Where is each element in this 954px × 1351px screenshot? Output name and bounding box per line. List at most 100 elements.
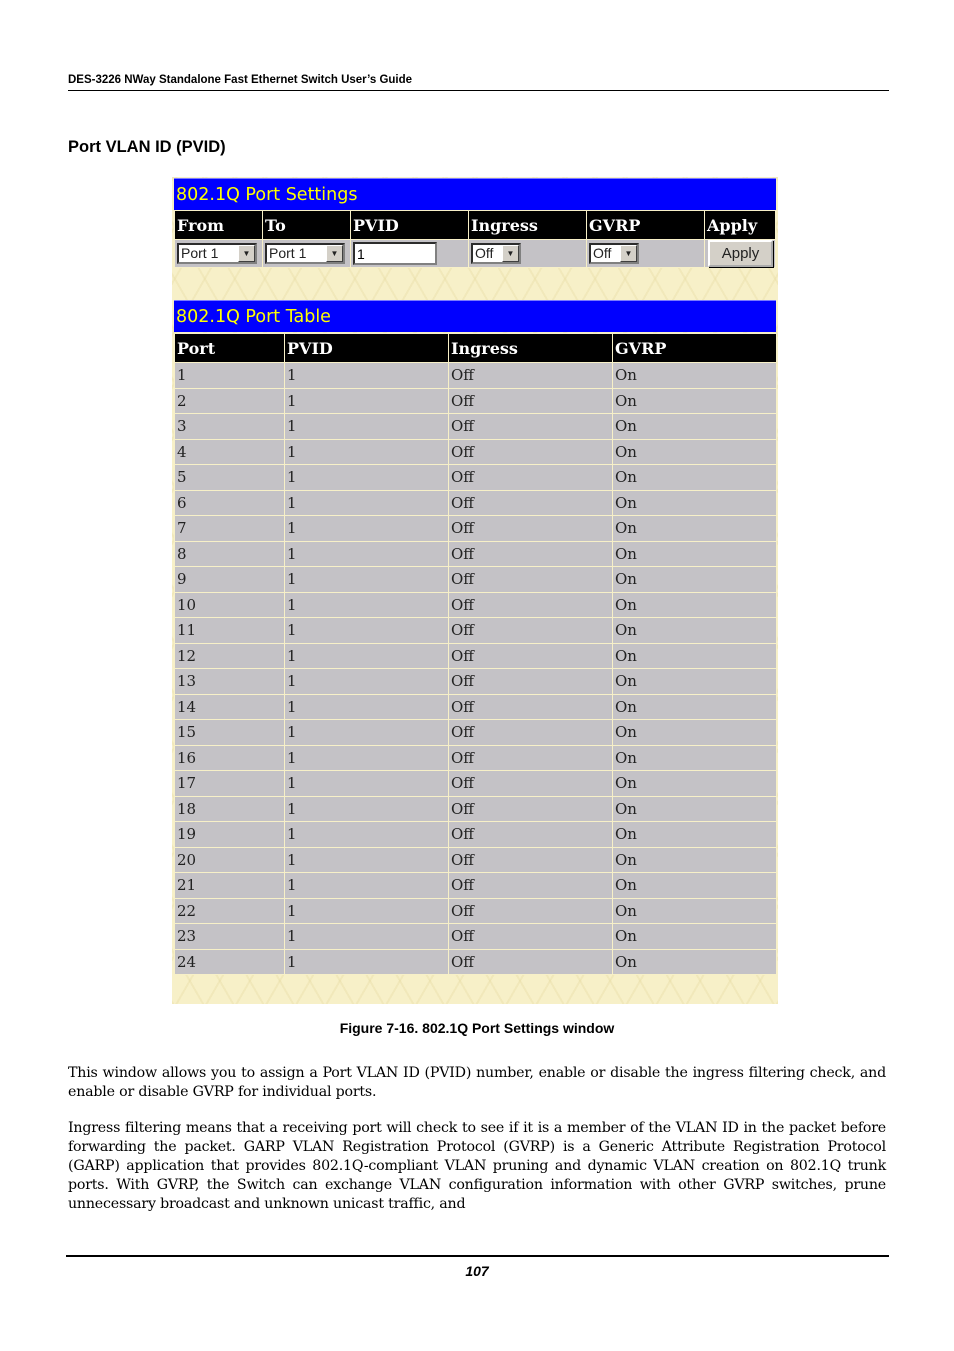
- pvid-input[interactable]: [353, 242, 437, 265]
- ingress-cell: Off: [449, 414, 612, 439]
- ingress-cell: Off: [449, 822, 612, 847]
- col-gvrp: GVRP: [587, 211, 704, 239]
- gvrp-select[interactable]: Off ▼: [589, 243, 639, 264]
- table-row: 23 1 Off On: [175, 924, 776, 949]
- table-row: 4 1 Off On: [175, 439, 776, 464]
- settings-input-row: Port 1 ▼ Port 1 ▼ Off ▼: [175, 240, 775, 267]
- pvid-cell: 1: [285, 618, 448, 643]
- table-row: 13 1 Off On: [175, 669, 776, 694]
- pvid-cell: 1: [285, 924, 448, 949]
- ingress-cell: Off: [449, 771, 612, 796]
- gvrp-cell: On: [613, 567, 776, 592]
- ingress-cell: Off: [449, 873, 612, 898]
- to-port-value: Port 1: [269, 245, 307, 261]
- settings-header-row: From To PVID Ingress GVRP Apply: [175, 211, 775, 239]
- ingress-cell: Off: [449, 490, 612, 515]
- table-row: 17 1 Off On: [175, 771, 776, 796]
- pvid-cell: 1: [285, 516, 448, 541]
- port-table-header: Port PVID Ingress GVRP: [175, 334, 776, 362]
- table-row: 2 1 Off On: [175, 388, 776, 413]
- gvrp-cell: On: [613, 465, 776, 490]
- col-apply: Apply: [705, 211, 775, 239]
- table-row: 9 1 Off On: [175, 567, 776, 592]
- ingress-cell: Off: [449, 618, 612, 643]
- port-cell: 12: [175, 643, 284, 668]
- port-cell: 2: [175, 388, 284, 413]
- gvrp-cell: On: [613, 694, 776, 719]
- port-cell: 24: [175, 949, 284, 974]
- ingress-cell: Off: [449, 516, 612, 541]
- running-header: DES-3226 NWay Standalone Fast Ethernet S…: [68, 74, 889, 91]
- pvid-cell: 1: [285, 388, 448, 413]
- pvid-cell: 1: [285, 490, 448, 515]
- gvrp-cell: On: [613, 771, 776, 796]
- col-pvid: PVID: [285, 334, 448, 362]
- pvid-cell: 1: [285, 822, 448, 847]
- settings-panel-title: 802.1Q Port Settings: [174, 178, 776, 210]
- port-table: Port PVID Ingress GVRP 1 1 Off On 2 1 Off On 3 1 O…: [174, 333, 777, 975]
- table-row: 24 1 Off On: [175, 949, 776, 974]
- col-gvrp: GVRP: [613, 334, 776, 362]
- col-from: From: [175, 211, 262, 239]
- gvrp-cell: On: [613, 720, 776, 745]
- pvid-cell: 1: [285, 439, 448, 464]
- ingress-cell: Off: [449, 363, 612, 388]
- gvrp-cell: On: [613, 898, 776, 923]
- ingress-select[interactable]: Off ▼: [471, 243, 521, 264]
- port-cell: 13: [175, 669, 284, 694]
- table-row: 6 1 Off On: [175, 490, 776, 515]
- ingress-cell: Off: [449, 745, 612, 770]
- pvid-cell: 1: [285, 898, 448, 923]
- gvrp-cell: On: [613, 643, 776, 668]
- port-cell: 11: [175, 618, 284, 643]
- chevron-down-icon[interactable]: ▼: [326, 245, 343, 262]
- gvrp-cell: On: [613, 745, 776, 770]
- ingress-cell: Off: [449, 541, 612, 566]
- pvid-cell: 1: [285, 414, 448, 439]
- gvrp-cell: On: [613, 618, 776, 643]
- port-cell: 18: [175, 796, 284, 821]
- pvid-cell: 1: [285, 643, 448, 668]
- from-port-select[interactable]: Port 1 ▼: [177, 243, 257, 264]
- port-cell: 15: [175, 720, 284, 745]
- table-row: 18 1 Off On: [175, 796, 776, 821]
- apply-button[interactable]: Apply: [708, 240, 773, 267]
- port-cell: 14: [175, 694, 284, 719]
- chevron-down-icon[interactable]: ▼: [502, 245, 519, 262]
- ingress-cell: Off: [449, 847, 612, 872]
- port-cell: 17: [175, 771, 284, 796]
- gvrp-cell: On: [613, 796, 776, 821]
- pvid-cell: 1: [285, 694, 448, 719]
- port-cell: 7: [175, 516, 284, 541]
- table-row: 11 1 Off On: [175, 618, 776, 643]
- ingress-cell: Off: [449, 669, 612, 694]
- gvrp-cell: On: [613, 669, 776, 694]
- port-table-body: 1 1 Off On 2 1 Off On 3 1 Off On 4 1 Off On 5 1 Off On 6 1 Off…: [175, 363, 776, 974]
- pvid-cell: 1: [285, 669, 448, 694]
- ingress-cell: Off: [449, 796, 612, 821]
- body-paragraph: This window allows you to assign a Port …: [68, 1065, 886, 1100]
- port-cell: 22: [175, 898, 284, 923]
- to-port-select[interactable]: Port 1 ▼: [265, 243, 345, 264]
- ingress-cell: Off: [449, 898, 612, 923]
- table-row: 21 1 Off On: [175, 873, 776, 898]
- ingress-cell: Off: [449, 720, 612, 745]
- chevron-down-icon[interactable]: ▼: [620, 245, 637, 262]
- table-row: 10 1 Off On: [175, 592, 776, 617]
- port-cell: 8: [175, 541, 284, 566]
- chevron-down-icon[interactable]: ▼: [238, 245, 255, 262]
- port-cell: 3: [175, 414, 284, 439]
- table-row: 7 1 Off On: [175, 516, 776, 541]
- gvrp-cell: On: [613, 490, 776, 515]
- port-cell: 6: [175, 490, 284, 515]
- ingress-cell: Off: [449, 643, 612, 668]
- table-row: 19 1 Off On: [175, 822, 776, 847]
- pvid-cell: 1: [285, 771, 448, 796]
- settings-form: From To PVID Ingress GVRP Apply Port 1 ▼…: [174, 210, 776, 268]
- port-cell: 20: [175, 847, 284, 872]
- col-ingress: Ingress: [469, 211, 586, 239]
- ingress-cell: Off: [449, 949, 612, 974]
- ingress-value: Off: [475, 245, 494, 261]
- table-row: 8 1 Off On: [175, 541, 776, 566]
- pvid-cell: 1: [285, 796, 448, 821]
